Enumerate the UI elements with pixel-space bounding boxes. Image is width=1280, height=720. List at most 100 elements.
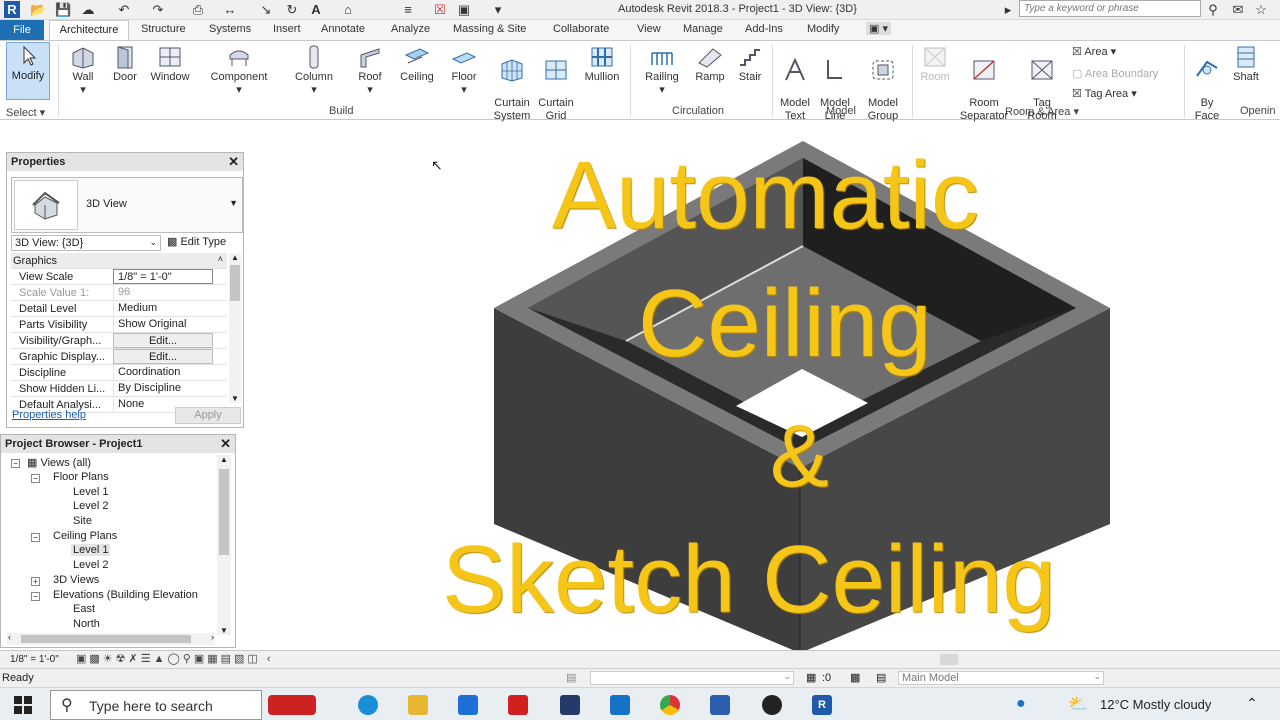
room-button[interactable]: Room — [916, 43, 954, 84]
select-panel-label[interactable]: Select ▾ — [6, 106, 45, 119]
tree-item-views-all[interactable]: ▦ Views (all) — [27, 456, 91, 469]
tab-insert[interactable]: Insert — [273, 23, 301, 35]
close-hidden-icon[interactable]: ☒ — [432, 2, 448, 18]
save-icon[interactable]: 💾 — [55, 2, 71, 18]
network-status-icon[interactable]: ● — [1016, 695, 1026, 713]
collapse-toggle[interactable]: − — [31, 592, 40, 601]
expand-search-icon[interactable]: ▸ — [1000, 2, 1016, 18]
sync-icon[interactable]: ☁ — [80, 2, 96, 18]
communication-center-icon[interactable]: ✉ — [1230, 2, 1246, 18]
powershell-icon[interactable] — [560, 695, 580, 715]
tree-item-3d-views[interactable]: 3D Views — [53, 574, 99, 586]
text-icon[interactable]: A — [308, 2, 324, 18]
customize-toolbar-icon[interactable]: ▾ — [490, 2, 506, 18]
column-button[interactable]: Column ▾ — [290, 43, 338, 97]
recorder-app-icon[interactable] — [762, 695, 782, 715]
tab-annotate[interactable]: Annotate — [321, 23, 365, 35]
view-scale-control[interactable]: 1/8" = 1'-0" — [10, 654, 59, 665]
railing-button[interactable]: Railing ▾ — [640, 43, 684, 97]
room-area-panel-label[interactable]: Room & Area ▾ — [1005, 105, 1079, 118]
view-control-icons[interactable]: ▣▩☀☢✗☰▲◯⚲▣▦▤▧◫ ‹ — [76, 652, 274, 665]
shaft-button[interactable]: Shaft — [1228, 43, 1264, 84]
tab-collaborate[interactable]: Collaborate — [553, 23, 609, 35]
design-options-icon[interactable]: ▤ — [876, 671, 886, 684]
collapse-toggle[interactable]: − — [11, 459, 20, 468]
mullion-button[interactable]: Mullion — [580, 43, 624, 84]
weather-text[interactable]: 12°C Mostly cloudy — [1100, 697, 1211, 712]
show-hidden-icons-chevron-icon[interactable]: ⌃ — [1246, 695, 1258, 712]
dimension-icon[interactable]: ↘ — [258, 2, 274, 18]
windows-start-icon[interactable] — [14, 696, 32, 714]
editable-only-icon[interactable]: ▦ — [806, 671, 816, 684]
by-face-button[interactable]: By Face — [1188, 43, 1226, 123]
close-icon[interactable]: ✕ — [228, 154, 239, 170]
thin-lines-icon[interactable]: ≡ — [400, 2, 416, 18]
binoculars-icon[interactable]: ⚲ — [1205, 2, 1221, 18]
scroll-up-icon[interactable]: ▲ — [220, 455, 228, 464]
curtain-system-button[interactable]: Curtain System — [488, 43, 536, 123]
measure-icon[interactable]: ↔ — [222, 2, 238, 18]
browser-horizontal-scrollbar[interactable]: ‹ › — [7, 632, 215, 645]
canvas-horizontal-scroll-thumb[interactable] — [940, 654, 958, 665]
property-edit-button[interactable]: Edit... — [113, 349, 213, 364]
undo-icon[interactable]: ↶ — [116, 2, 132, 18]
tree-item-ceiling-plans[interactable]: Ceiling Plans — [53, 530, 117, 542]
type-dropdown-icon[interactable]: ▼ — [229, 198, 238, 208]
tab-manage[interactable]: Manage — [683, 23, 723, 35]
tree-item-site[interactable]: Site — [73, 515, 92, 527]
ramp-button[interactable]: Ramp — [690, 43, 730, 84]
worksets-icon[interactable]: ▤ — [566, 671, 576, 684]
area-button[interactable]: ☒ Area ▾ — [1072, 45, 1116, 58]
tab-add-ins[interactable]: Add-Ins — [745, 23, 783, 35]
search-highlight-image-icon[interactable] — [268, 695, 316, 715]
tab-file[interactable]: File — [0, 20, 44, 40]
property-value[interactable]: By Discipline — [113, 381, 213, 396]
property-group-header[interactable]: Graphics ˄ — [11, 253, 227, 269]
curtain-grid-button[interactable]: Curtain Grid — [534, 43, 578, 123]
tree-item-ceiling-level-2[interactable]: Level 2 — [73, 559, 108, 571]
search-input[interactable]: Type a keyword or phrase — [1019, 0, 1201, 17]
acrobat-icon[interactable] — [508, 695, 528, 715]
favorites-star-icon[interactable]: ☆ — [1253, 2, 1269, 18]
apply-button[interactable]: Apply — [175, 407, 241, 424]
scroll-right-icon[interactable]: › — [211, 632, 214, 642]
scroll-down-icon[interactable]: ▼ — [220, 626, 228, 635]
3d-view-canvas[interactable] — [246, 141, 1280, 651]
model-group-button[interactable]: Model Group — [860, 43, 906, 123]
redo-icon[interactable]: ↷ — [150, 2, 166, 18]
collapse-toggle[interactable]: − — [31, 533, 40, 542]
scrollbar-thumb[interactable] — [230, 265, 240, 301]
model-text-button[interactable]: Model Text — [776, 43, 814, 123]
tab-structure[interactable]: Structure — [141, 23, 186, 35]
tree-item-elevations[interactable]: Elevations (Building Elevation — [53, 589, 215, 601]
scroll-up-icon[interactable]: ▲ — [231, 253, 239, 262]
tree-item-north[interactable]: North — [73, 618, 100, 630]
revit-taskbar-icon[interactable]: R — [812, 695, 832, 715]
tree-item-floor-plans[interactable]: Floor Plans — [53, 471, 109, 483]
word-icon[interactable] — [710, 695, 730, 715]
open-icon[interactable]: 📂 — [30, 2, 46, 18]
component-button[interactable]: Component ▾ — [204, 43, 274, 97]
modify-button[interactable]: Modify — [6, 42, 50, 100]
door-button[interactable]: Door — [108, 43, 142, 84]
property-value[interactable]: 1/8" = 1'-0" — [113, 269, 213, 284]
property-value[interactable]: Show Original — [113, 317, 213, 332]
tab-systems[interactable]: Systems — [209, 23, 251, 35]
mail-icon[interactable] — [610, 695, 630, 715]
property-edit-button[interactable]: Edit... — [113, 333, 213, 348]
edge-browser-icon[interactable] — [358, 695, 378, 715]
close-icon[interactable]: ✕ — [220, 436, 231, 452]
scroll-left-icon[interactable]: ‹ — [8, 632, 11, 642]
tag-icon[interactable]: ↻ — [284, 2, 300, 18]
tab-view[interactable]: View — [637, 23, 661, 35]
ribbon-minimize-icon[interactable]: ▣ ▾ — [866, 22, 891, 35]
scroll-down-icon[interactable]: ▼ — [231, 394, 239, 403]
tree-item-east[interactable]: East — [73, 603, 95, 615]
tab-massing-site[interactable]: Massing & Site — [453, 23, 526, 35]
default-3d-view-icon[interactable]: ⌂ — [340, 2, 356, 18]
collapse-chevron-icon[interactable]: ˄ — [218, 254, 223, 264]
revit-app-icon[interactable]: R — [4, 1, 20, 18]
properties-scrollbar[interactable]: ▲ ▼ — [229, 253, 241, 403]
dropbox-icon[interactable] — [458, 695, 478, 715]
property-value[interactable]: Coordination — [113, 365, 213, 380]
